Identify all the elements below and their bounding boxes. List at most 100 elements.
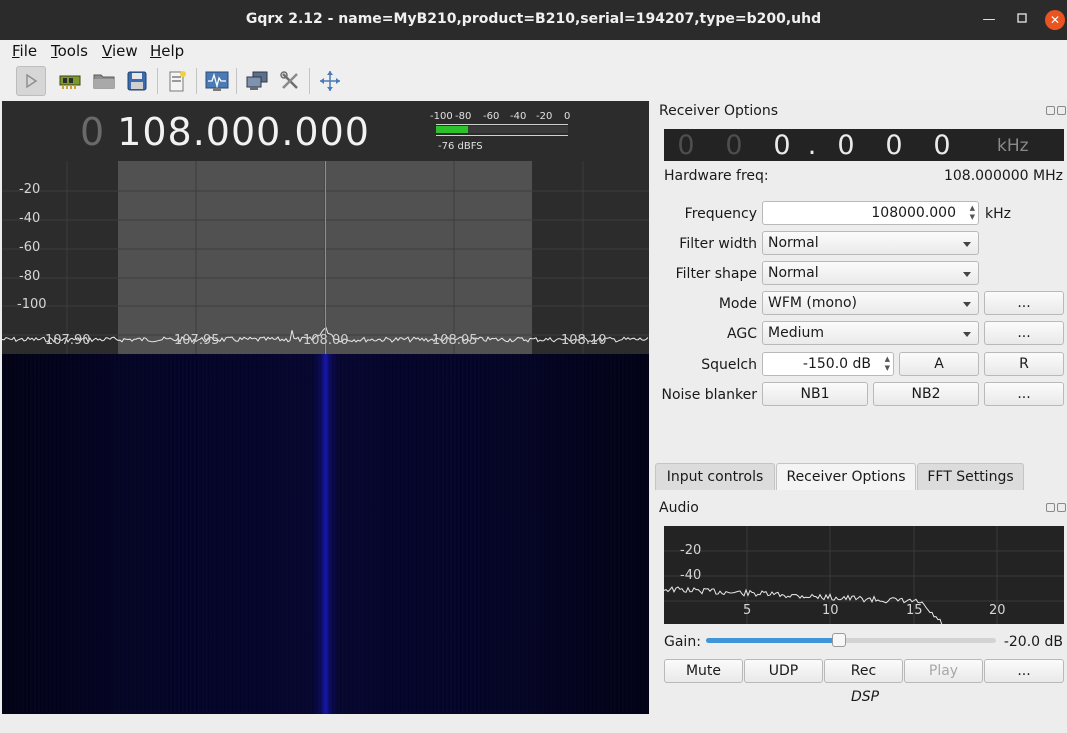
frequency-unit: kHz [985,206,1011,222]
meter-tick: -80 [455,111,472,122]
y-axis-label: -40 [19,211,41,226]
tab-receiver-options[interactable]: Receiver Options [776,463,916,490]
dock-float-icon[interactable] [1046,503,1055,512]
meter-level-text: -76 dBFS [438,141,483,152]
gain-slider-handle[interactable] [832,633,846,647]
center-frequency-marker[interactable] [325,161,326,354]
title-bar: Gqrx 2.12 - name=MyB210,product=B210,ser… [0,0,1067,40]
frequency-readout: 0 108.000.000 [80,110,370,154]
menu-help[interactable]: Help [150,42,184,60]
x-axis-label: 108.00 [303,333,349,348]
meter-scale-line [436,124,568,125]
audio-x-label: 20 [989,603,1006,618]
audio-options-button[interactable]: ... [984,659,1064,683]
lcd-decimal-point: . [807,130,817,161]
lcd-digit[interactable]: 0 [882,130,906,161]
nb2-button[interactable]: NB2 [873,382,979,406]
agc-combo[interactable]: Medium [762,321,979,345]
squelch-spinbox[interactable]: -150.0 dB ▲ ▼ [762,352,894,376]
audio-dock-title: Audio [659,500,699,516]
minimize-icon[interactable]: — [979,10,999,30]
play-icon[interactable] [16,66,46,96]
x-axis-label: 107.95 [174,333,220,348]
lcd-digit[interactable]: 0 [674,130,698,161]
dock-close-icon[interactable] [1057,106,1066,115]
lcd-digit[interactable]: 0 [930,130,954,161]
meter-tick: 0 [564,111,571,122]
mode-label: Mode [718,296,757,312]
frequency-spinbox[interactable]: 108000.000 ▲ ▼ [762,201,979,225]
audio-y-label: -20 [680,543,702,558]
signal-meter: -100 -80 -60 -40 -20 0 -76 dBFS [430,111,570,153]
network-icon[interactable] [242,66,272,96]
y-axis-label: -80 [19,269,41,284]
mode-options-button[interactable]: ... [984,291,1064,315]
lcd-unit: kHz [997,136,1029,156]
tab-input-controls[interactable]: Input controls [655,463,775,490]
remote-control-icon[interactable] [162,66,192,96]
meter-tick: -60 [483,111,500,122]
meter-tick: -20 [536,111,553,122]
menu-file[interactable]: File [12,42,37,60]
lcd-digit[interactable]: 0 [722,130,746,161]
squelch-reset-button[interactable]: R [984,352,1064,376]
meter-level-bar [436,126,468,133]
maximize-icon[interactable] [1012,10,1032,30]
audio-x-label: 10 [822,603,839,618]
audio-x-label: 5 [743,603,752,618]
udp-button[interactable]: UDP [744,659,823,683]
play-button[interactable]: Play [904,659,983,683]
settings-tools-icon[interactable] [275,66,305,96]
noise-blanker-options-button[interactable]: ... [984,382,1064,406]
filter-shape-combo[interactable]: Normal [762,261,979,285]
mode-combo[interactable]: WFM (mono) [762,291,979,315]
chevron-down-icon [963,272,971,277]
tab-fft-settings[interactable]: FFT Settings [917,463,1024,490]
toolbar-separator [309,68,310,94]
toolbar-separator [236,68,237,94]
gain-slider-fill [706,638,839,643]
spin-arrows-icon[interactable]: ▲ ▼ [885,355,890,373]
center-align-icon[interactable] [315,66,345,96]
audio-x-label: 15 [906,603,923,618]
mute-button[interactable]: Mute [664,659,743,683]
chevron-down-icon [963,242,971,247]
spin-arrows-icon[interactable]: ▲ ▼ [970,204,975,222]
close-icon[interactable]: ✕ [1045,10,1065,30]
frequency-offset-lcd[interactable]: 0 0 0 . 0 0 0 kHz [664,129,1064,161]
filter-width-label: Filter width [679,236,757,252]
dock-float-icon[interactable] [1046,106,1055,115]
hardware-freq-value: 108.000000 MHz [943,168,1063,184]
window-title: Gqrx 2.12 - name=MyB210,product=B210,ser… [245,11,822,27]
agc-label: AGC [727,326,757,342]
spectrum-plot[interactable]: 0 108.000.000 -100 -80 -60 -40 -20 0 -76 … [2,101,649,354]
squelch-auto-button[interactable]: A [899,352,979,376]
x-axis-label: 108.05 [432,333,478,348]
receiver-dock-title: Receiver Options [659,103,779,119]
x-axis-label: 108.10 [561,333,607,348]
dock-close-icon[interactable] [1057,503,1066,512]
save-icon[interactable] [122,66,152,96]
gain-value: -20.0 dB [1003,634,1063,650]
audio-spectrum-plot: -20 -40 5 10 15 20 [664,526,1064,624]
menu-view[interactable]: View [102,42,138,60]
x-axis-label: 107.90 [45,333,91,348]
menu-bar: File Tools View Help [0,40,1067,62]
waterfall-display[interactable] [2,354,649,714]
hardware-icon[interactable] [55,66,85,96]
menu-tools[interactable]: Tools [51,42,88,60]
agc-options-button[interactable]: ... [984,321,1064,345]
lcd-digit[interactable]: 0 [770,130,794,161]
io-config-icon[interactable] [202,66,232,96]
open-folder-icon[interactable] [89,66,119,96]
y-axis-label: -100 [17,297,47,312]
lcd-digit[interactable]: 0 [834,130,858,161]
hardware-freq-label: Hardware freq: [664,168,769,184]
chevron-down-icon [963,302,971,307]
record-button[interactable]: Rec [824,659,903,683]
y-axis-label: -60 [19,240,41,255]
squelch-label: Squelch [701,357,757,373]
nb1-button[interactable]: NB1 [762,382,868,406]
filter-width-combo[interactable]: Normal [762,231,979,255]
audio-y-label: -40 [680,568,702,583]
